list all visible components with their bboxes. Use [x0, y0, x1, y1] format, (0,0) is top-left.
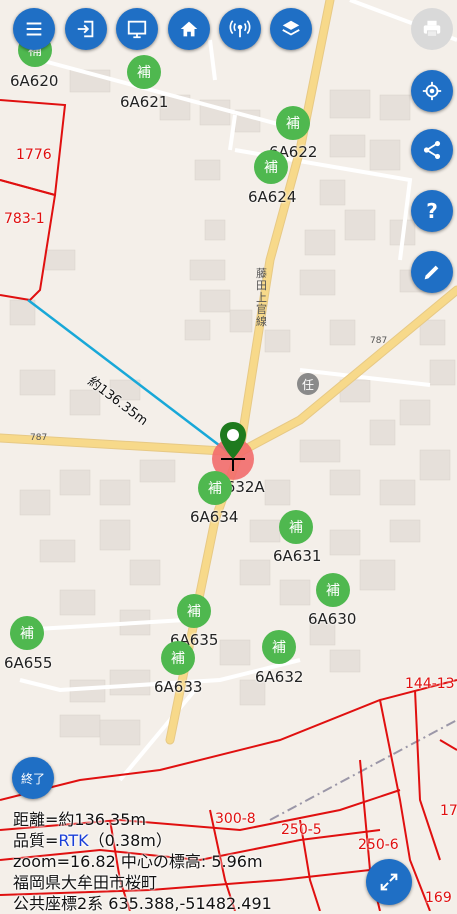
- print-button[interactable]: [411, 8, 453, 50]
- marker-label: 6A634: [190, 508, 239, 526]
- parcel-label: 250-5: [281, 822, 322, 838]
- pencil-icon: [424, 265, 439, 280]
- print-icon: [423, 20, 441, 37]
- map-marker[interactable]: 補: [316, 573, 350, 607]
- layers-icon: [282, 20, 300, 36]
- marker-label: 6A632: [255, 668, 304, 686]
- map-marker[interactable]: 補: [276, 106, 310, 140]
- monitor-icon: [127, 20, 147, 39]
- locate-button[interactable]: [411, 70, 453, 112]
- share-icon: [423, 141, 441, 159]
- map-marker[interactable]: 補: [177, 594, 211, 628]
- marker-label: 6A631: [273, 547, 322, 565]
- home-button[interactable]: [168, 8, 210, 50]
- help-button[interactable]: ?: [411, 190, 453, 232]
- marker-label: 6A655: [4, 654, 53, 672]
- home-icon: [180, 21, 198, 37]
- parcel-label: 1776: [16, 147, 52, 163]
- marker-label: 6A633: [154, 678, 203, 696]
- layers-button[interactable]: [270, 8, 312, 50]
- parcel-label: 250-6: [358, 837, 399, 853]
- marker-label: 6A621: [120, 93, 169, 111]
- share-button[interactable]: [411, 129, 453, 171]
- expand-icon: [380, 873, 398, 891]
- map-marker[interactable]: 補: [161, 641, 195, 675]
- login-button[interactable]: [65, 8, 107, 50]
- map-marker[interactable]: 補: [279, 510, 313, 544]
- info-zoom: zoom=16.82 中心の標高: 5.96m: [13, 852, 263, 871]
- map-marker[interactable]: 補: [254, 150, 288, 184]
- info-address: 福岡県大牟田市桜町: [13, 873, 158, 892]
- quality-value: RTK: [58, 831, 89, 850]
- gps-icon: [422, 81, 442, 101]
- end-button[interactable]: 終了: [12, 757, 54, 799]
- road-name-label: 藤田上官線: [256, 267, 267, 328]
- fullscreen-button[interactable]: [366, 859, 412, 905]
- screen-button[interactable]: [116, 8, 158, 50]
- road-number-label: 787: [370, 336, 388, 346]
- info-distance: 距離=約136.35m: [13, 810, 146, 829]
- marker-label: 6A620: [10, 72, 59, 90]
- menu-icon: [26, 22, 42, 36]
- map-marker[interactable]: 補: [262, 630, 296, 664]
- marker-label: 6A624: [248, 188, 297, 206]
- end-button-label: 終了: [20, 771, 45, 786]
- menu-button[interactable]: [13, 8, 55, 50]
- road-number-label: 787: [30, 433, 48, 443]
- map-marker[interactable]: 補: [10, 616, 44, 650]
- parcel-label: 144-13: [405, 676, 455, 692]
- map-marker[interactable]: 補: [198, 471, 232, 505]
- quality-suffix: （0.38m）: [88, 831, 172, 850]
- parcel-label: 17: [440, 803, 457, 819]
- antenna-icon: [229, 20, 251, 38]
- poi-icon[interactable]: 任: [297, 373, 319, 395]
- gnss-button[interactable]: [219, 8, 261, 50]
- parcel-label: 300-8: [215, 811, 256, 827]
- info-quality: 品質=RTK（0.38m）: [13, 830, 172, 851]
- parcel-label: 783-1: [4, 211, 45, 227]
- parcel-label: 169: [425, 890, 452, 906]
- quality-prefix: 品質=: [13, 831, 59, 850]
- map-marker[interactable]: 補: [127, 55, 161, 89]
- help-icon: ?: [426, 199, 438, 223]
- location-pin-icon[interactable]: [218, 421, 248, 461]
- login-icon: [77, 20, 94, 38]
- marker-label: 6A630: [308, 610, 357, 628]
- edit-button[interactable]: [411, 251, 453, 293]
